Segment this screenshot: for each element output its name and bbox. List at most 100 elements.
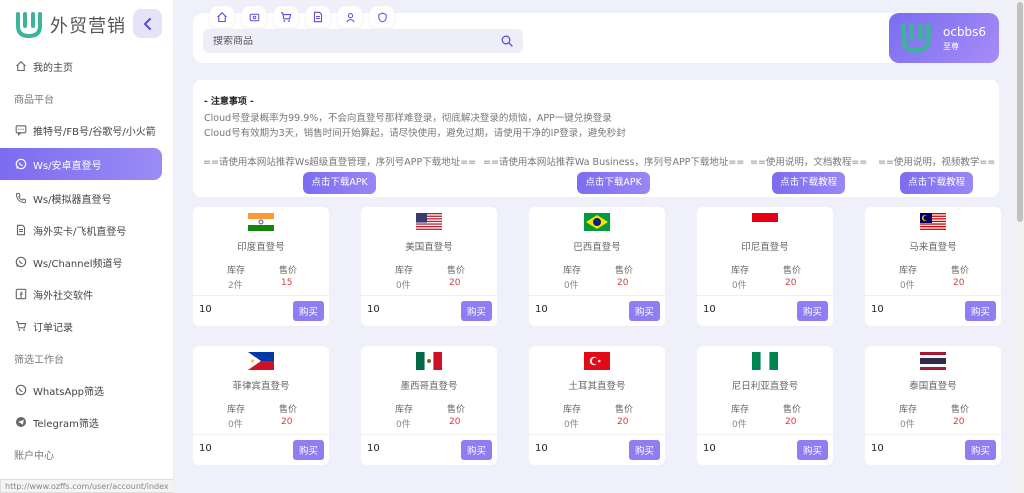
sidebar-item[interactable]: 推特号/FB号/谷歌号/小火箭 (0, 114, 173, 146)
quantity-input[interactable]: 10 (367, 443, 380, 454)
stock-value: 2件 (228, 281, 243, 291)
price-label: 售价 (447, 266, 466, 276)
sidebar-item-label: Ws/Channel频道号 (33, 258, 123, 270)
price-value: 20 (617, 417, 629, 427)
stock-label: 库存 (563, 266, 582, 276)
cart-icon[interactable] (274, 6, 298, 28)
sidebar-item[interactable]: Ws/模拟器直登号 (0, 182, 173, 214)
buy-button[interactable]: 购买 (461, 440, 492, 460)
search-bar[interactable] (203, 29, 523, 53)
stock-value: 0件 (900, 281, 915, 291)
product-card: 美国直登号 库存 售价 0件 20 10 购买 (361, 207, 497, 326)
product-card: 土耳其直登号 库存 售价 0件 20 10 购买 (529, 346, 665, 465)
sidebar-item[interactable]: 海外社交软件 (0, 278, 173, 310)
stock-value: 0件 (564, 281, 579, 291)
quantity-input[interactable]: 10 (199, 304, 212, 315)
quantity-input[interactable]: 10 (703, 443, 716, 454)
product-card: 尼日利亚直登号 库存 售价 0件 20 10 购买 (697, 346, 833, 465)
shield-icon[interactable] (370, 6, 394, 28)
chevron-left-icon[interactable] (133, 9, 162, 38)
scrollbar[interactable] (1016, 0, 1024, 493)
download-tutorial-button[interactable]: 点击下载教程 (900, 172, 974, 194)
buy-button[interactable]: 购买 (797, 440, 828, 460)
card-divider (529, 295, 665, 296)
search-icon[interactable] (501, 35, 513, 47)
product-title: 马来直登号 (909, 242, 957, 253)
download-apk-button[interactable]: 点击下载APK (577, 172, 650, 194)
status-url: http://www.ozffs.com/user/account/index (0, 479, 173, 493)
price-label: 售价 (279, 266, 298, 276)
buy-button[interactable]: 购买 (629, 301, 660, 321)
quantity-input[interactable]: 10 (871, 304, 884, 315)
download-tutorial-button[interactable]: 点击下载教程 (772, 172, 846, 194)
sidebar-item[interactable]: 订单记录 (0, 310, 173, 342)
sidebar-item[interactable]: Ws/Channel频道号 (0, 246, 173, 278)
home-icon[interactable] (210, 6, 234, 28)
search-input[interactable] (213, 35, 501, 47)
user-icon[interactable] (338, 6, 362, 28)
thailand-flag-icon (920, 352, 946, 370)
buy-button[interactable]: 购买 (629, 440, 660, 460)
quantity-input[interactable]: 10 (535, 443, 548, 454)
sidebar: 外贸营销 我的主页 商品平台 推特号/FB号/谷歌号/小火箭 Ws/安卓直登号 Ws/模… (0, 0, 174, 493)
download-apk-button[interactable]: 点击下载APK (303, 172, 376, 194)
quantity-input[interactable]: 10 (199, 443, 212, 454)
user-role: 至尊 (943, 41, 959, 51)
sidebar-item[interactable]: Telegram筛选 (0, 406, 173, 438)
product-card: 马来直登号 库存 售价 0件 20 10 购买 (865, 207, 1001, 326)
product-title: 印尼直登号 (741, 242, 789, 253)
stock-label: 库存 (227, 266, 246, 276)
stock-label: 库存 (563, 405, 582, 415)
malaysia-flag-icon (920, 213, 946, 231)
facebook-icon (14, 288, 27, 301)
stock-value: 0件 (396, 281, 411, 291)
product-card: 巴西直登号 库存 售价 0件 20 10 购买 (529, 207, 665, 326)
buy-button[interactable]: 购买 (293, 301, 324, 321)
buy-button[interactable]: 购买 (461, 301, 492, 321)
stock-label: 库存 (395, 405, 414, 415)
sidebar-item[interactable]: Ws/安卓直登号 (0, 148, 162, 180)
user-card[interactable]: ocbbs6 至尊 (889, 13, 999, 63)
product-title: 菲律宾直登号 (232, 381, 290, 392)
document-icon[interactable] (306, 6, 330, 28)
quantity-input[interactable]: 10 (535, 304, 548, 315)
price-label: 售价 (615, 266, 634, 276)
sidebar-item-label: 海外实卡/飞机直登号 (33, 226, 127, 238)
mexico-flag-icon (416, 352, 442, 370)
product-card: 泰国直登号 库存 售价 0件 20 10 购买 (865, 346, 1001, 465)
buy-button[interactable]: 购买 (293, 440, 324, 460)
scrollbar-thumb[interactable] (1017, 2, 1023, 222)
download-block: ==使用说明，文档教程== 点击下载教程 (750, 154, 867, 194)
whatsapp-icon (14, 384, 27, 397)
card-icon[interactable] (242, 6, 266, 28)
card-divider (361, 434, 497, 435)
price-value: 20 (449, 278, 461, 288)
product-card: 墨西哥直登号 库存 售价 0件 20 10 购买 (361, 346, 497, 465)
sidebar-item[interactable]: 海外实卡/飞机直登号 (0, 214, 173, 246)
buy-button[interactable]: 购买 (965, 440, 996, 460)
whatsapp-icon (14, 158, 27, 171)
quantity-input[interactable]: 10 (367, 304, 380, 315)
buy-button[interactable]: 购买 (797, 301, 828, 321)
sidebar-item[interactable]: WhatsApp筛选 (0, 374, 173, 406)
whatsapp-icon (14, 256, 27, 269)
phone-icon (14, 192, 27, 205)
price-value: 20 (953, 278, 965, 288)
sidebar-item-label: Telegram筛选 (33, 418, 99, 430)
stock-label: 库存 (731, 405, 750, 415)
product-title: 墨西哥直登号 (400, 381, 458, 392)
sidebar-item-label: 海外社交软件 (33, 290, 93, 302)
quantity-input[interactable]: 10 (703, 304, 716, 315)
turkey-flag-icon (584, 352, 610, 370)
buy-button[interactable]: 购买 (965, 301, 996, 321)
home-icon (14, 60, 27, 73)
stock-label: 库存 (731, 266, 750, 276)
user-name: ocbbs6 (943, 24, 987, 39)
sidebar-item[interactable]: 我的主页 (0, 50, 173, 82)
price-value: 20 (785, 278, 797, 288)
card-divider (865, 434, 1001, 435)
nigeria-flag-icon (752, 352, 778, 370)
nav-section-label: 商品平台 (14, 94, 54, 106)
quantity-input[interactable]: 10 (871, 443, 884, 454)
price-label: 售价 (783, 266, 802, 276)
